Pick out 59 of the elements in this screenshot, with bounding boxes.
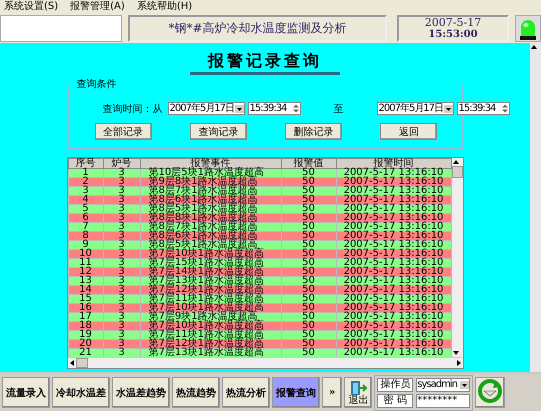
menu-item[interactable]: 系统设置(S) — [4, 1, 58, 13]
app-title: *钢*#高炉冷却水温度监测及分析 — [128, 15, 387, 42]
table-row[interactable]: 1 3 第10层5块1路水温度超高 50 2007-5-17 13:16:10 — [68, 168, 451, 178]
time-spinner[interactable]: 15:39:34 — [248, 102, 300, 115]
nav-button[interactable]: 冷却水温差 — [52, 377, 110, 408]
vertical-scrollbar[interactable] — [530, 43, 541, 372]
page-title: 报警记录查询 — [190, 51, 340, 75]
horizontal-scrollbar[interactable] — [68, 357, 462, 368]
nav-button[interactable]: 报警查询 — [272, 377, 320, 408]
dropdown-icon — [444, 104, 452, 112]
group-label: 查询条件 — [74, 79, 118, 91]
vertical-scrollbar[interactable] — [452, 158, 462, 357]
nav-button[interactable]: 热流分析 — [222, 377, 270, 408]
column-header[interactable]: 报警值 — [281, 158, 336, 168]
table-row[interactable]: 5 3 第8层5块1路水温度超高 50 2007-5-17 13:16:10 — [68, 204, 451, 214]
nav-button[interactable]: 热流趋势 — [172, 377, 220, 408]
field-label: 密 码 — [377, 394, 414, 408]
exit-label: 退出 — [348, 396, 368, 406]
password-field[interactable]: ******** — [416, 394, 470, 408]
date-text: 2007-5-17 — [424, 17, 482, 29]
time-spinner[interactable]: 15:39:34 — [456, 102, 510, 115]
date-picker[interactable]: 2007年5月17日 — [168, 102, 244, 115]
table-row[interactable]: 13 3 第7层13块1路水温度超高 50 2007-5-17 13:16:10 — [68, 276, 451, 286]
scroll-left-icon — [68, 359, 76, 367]
table-row[interactable]: 17 3 第7层9块1路水温度超高 50 2007-5-17 13:16:10 — [68, 312, 451, 322]
query-button[interactable]: 查询记录 — [190, 123, 247, 140]
menu-item[interactable]: 系统帮助(H) — [136, 1, 192, 13]
exit-button[interactable]: 退出 — [344, 377, 372, 408]
date-picker[interactable]: 2007年5月17日 — [376, 102, 454, 115]
spinner-icon — [500, 104, 508, 113]
query-button[interactable]: 全部记录 — [94, 123, 152, 140]
field-label: 操作员 — [377, 378, 414, 392]
nav-button[interactable]: 流量录入 — [2, 377, 50, 408]
table-row[interactable]: 15 3 第7层11块1路水温度超高 50 2007-5-17 13:16:10 — [68, 294, 451, 304]
spinner-icon — [292, 104, 300, 113]
query-button[interactable]: 删除记录 — [285, 123, 342, 140]
time-text: 15:53:00 — [428, 29, 478, 40]
refresh-icon — [478, 379, 502, 403]
door-icon — [348, 380, 368, 396]
table-row[interactable]: 11 3 第7层15块1路水温度超高 50 2007-5-17 13:16:10 — [68, 258, 451, 268]
refresh-button[interactable] — [475, 377, 506, 408]
more-button[interactable]: » — [322, 377, 342, 408]
table-row[interactable]: 21 3 第7层13块1路水温度超高 50 2007-5-17 13:16:10 — [68, 348, 451, 357]
dropdown-icon — [234, 104, 244, 112]
menu-item[interactable]: 报警管理(A) — [70, 1, 125, 13]
dropdown-icon — [460, 380, 470, 388]
operator-dropdown[interactable]: sysadmin — [416, 378, 470, 392]
field-label: 查询时间：从 — [102, 102, 162, 116]
table-row[interactable]: 3 3 第8层7块1路水温度超高 50 2007-5-17 13:16:10 — [68, 186, 451, 196]
query-button[interactable]: 返回 — [380, 123, 438, 140]
scroll-thumb[interactable] — [452, 166, 462, 178]
field-label: 至 — [334, 102, 344, 116]
scroll-thumb[interactable] — [76, 358, 88, 368]
table-row[interactable]: 19 3 第7层11块1路水温度超高 50 2007-5-17 13:16:10 — [68, 330, 451, 340]
column-header[interactable]: 报警时间 — [336, 158, 451, 168]
nav-button[interactable]: 水温差趋势 — [112, 377, 170, 408]
table-row[interactable]: 9 3 第8层5块1路水温度超高 50 2007-5-17 13:16:10 — [68, 240, 451, 250]
scroll-right-icon — [454, 359, 462, 367]
table-row[interactable]: 7 3 第8层7块1路水温度超高 50 2007-5-17 13:16:10 — [68, 222, 451, 232]
